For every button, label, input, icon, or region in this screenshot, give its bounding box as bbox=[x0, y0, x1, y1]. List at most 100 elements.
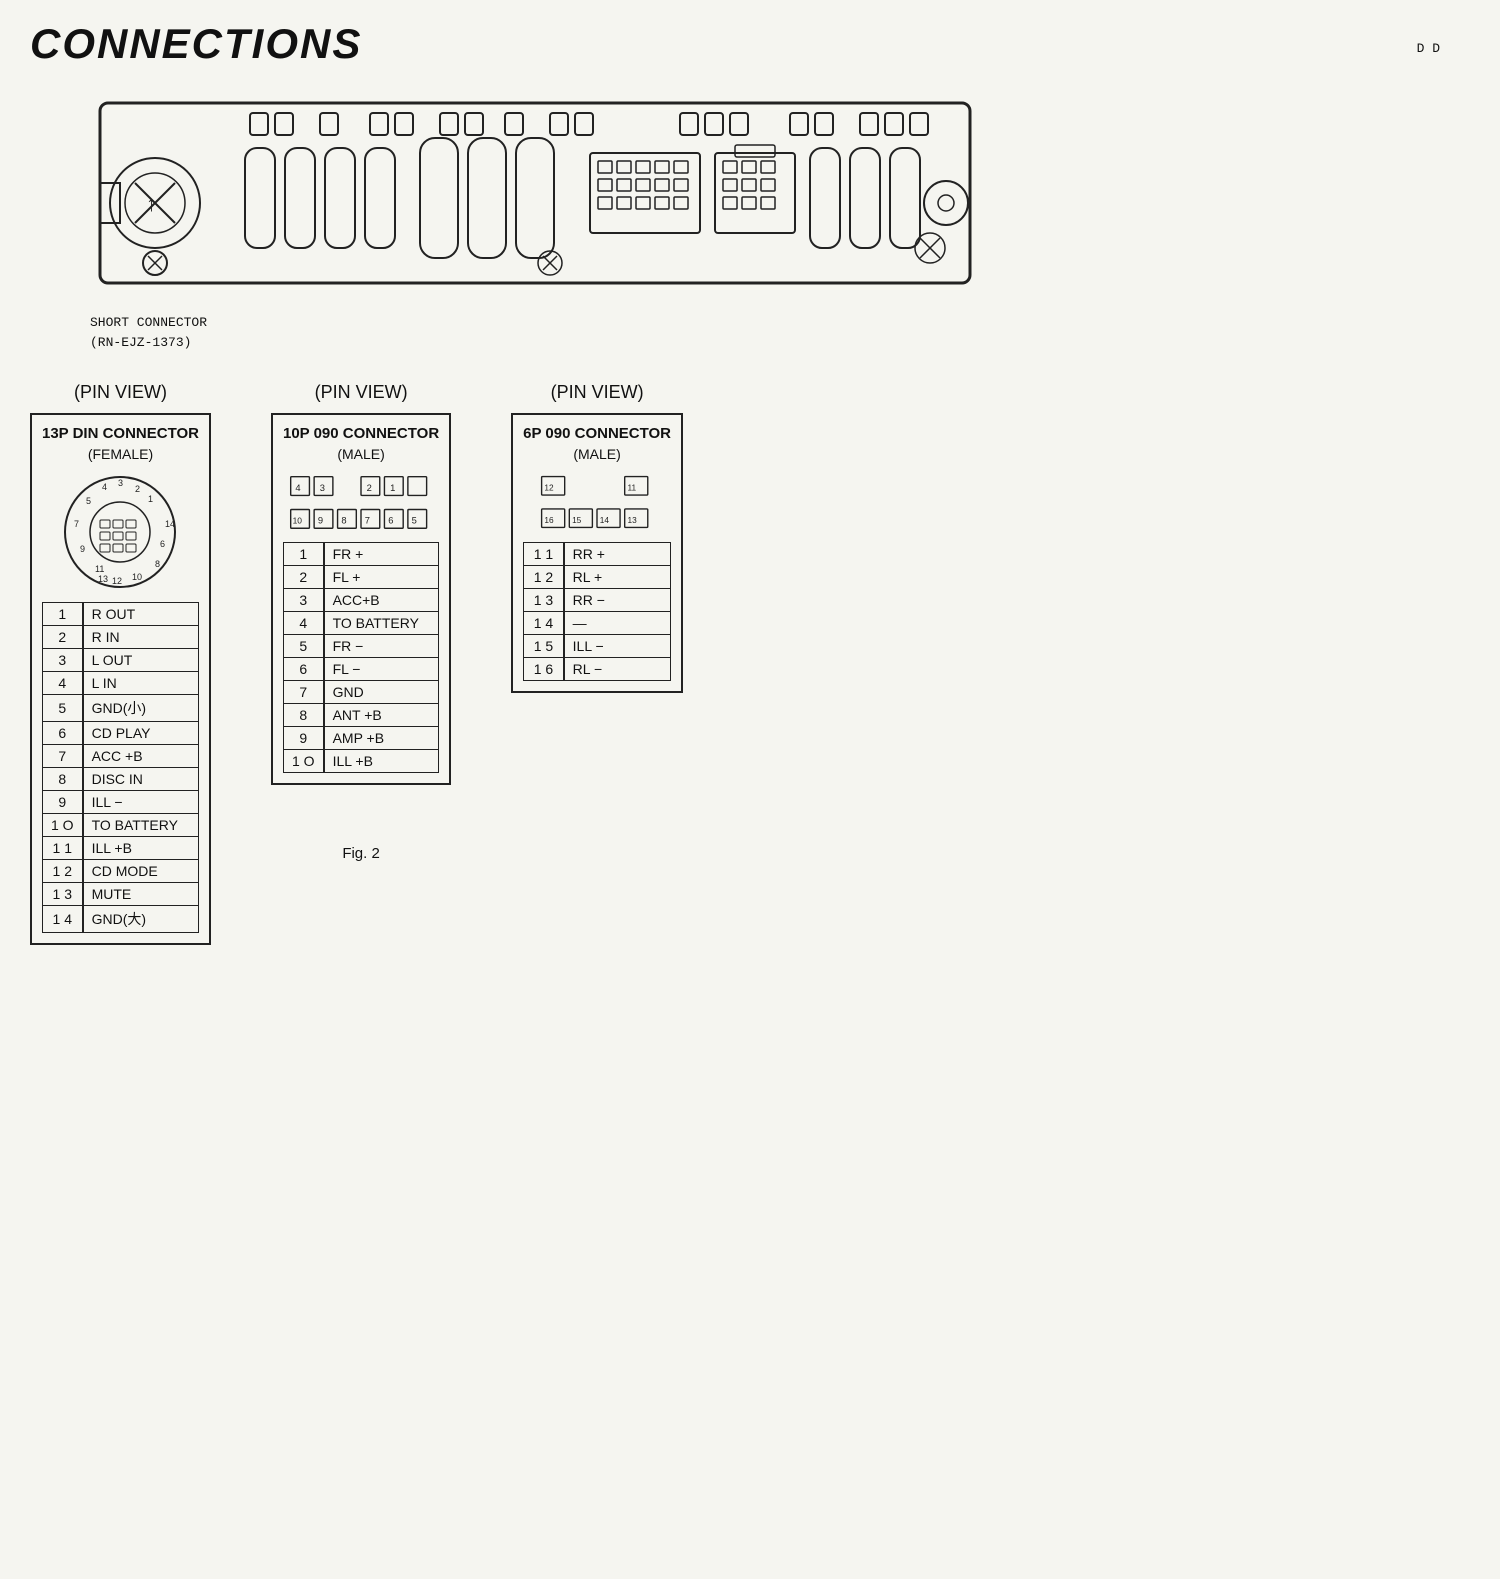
table-row: 1 3MUTE bbox=[43, 883, 199, 906]
pin-number: 1 bbox=[43, 603, 83, 626]
pin-number: 1 1 bbox=[524, 543, 564, 566]
svg-text:7: 7 bbox=[365, 516, 370, 526]
svg-text:14: 14 bbox=[165, 519, 175, 529]
svg-text:7: 7 bbox=[74, 519, 79, 529]
svg-text:12: 12 bbox=[544, 482, 554, 492]
table-row: 2R IN bbox=[43, 626, 199, 649]
pin-number: 4 bbox=[283, 612, 323, 635]
pin-label: CD MODE bbox=[83, 860, 199, 883]
svg-text:3: 3 bbox=[118, 478, 123, 488]
table-row: 7GND bbox=[283, 681, 438, 704]
connector-group-13p: (PIN VIEW) 13P DIN CONNECTOR (FEMALE) bbox=[30, 382, 211, 945]
pin-number: 8 bbox=[283, 704, 323, 727]
table-row: 1 1ILL +B bbox=[43, 837, 199, 860]
top-right-note: D D bbox=[1417, 40, 1440, 58]
pin-number: 4 bbox=[43, 672, 83, 695]
pin-number: 1 4 bbox=[43, 906, 83, 933]
svg-text:8: 8 bbox=[341, 516, 346, 526]
pin-number: 5 bbox=[283, 635, 323, 658]
pin-number: 1 4 bbox=[524, 612, 564, 635]
svg-text:15: 15 bbox=[572, 515, 582, 525]
table-row: 3ACC+B bbox=[283, 589, 438, 612]
pin-label: L IN bbox=[83, 672, 199, 695]
table-row: 6FL − bbox=[283, 658, 438, 681]
svg-text:11: 11 bbox=[628, 482, 637, 492]
pin-number: 9 bbox=[283, 727, 323, 750]
svg-text:2: 2 bbox=[135, 484, 140, 494]
pin-label: AMP +B bbox=[324, 727, 439, 750]
table-row: 5GND(小) bbox=[43, 695, 199, 722]
table-row: 1R OUT bbox=[43, 603, 199, 626]
pin-table-10p: 1FR +2FL +3ACC+B4TO BATTERY5FR −6FL −7GN… bbox=[283, 542, 439, 773]
table-row: 6CD PLAY bbox=[43, 722, 199, 745]
pin-label: FR − bbox=[324, 635, 439, 658]
short-connector-label: SHORT CONNECTOR (RN-EJZ-1373) bbox=[90, 313, 1470, 352]
pin-label: RL − bbox=[564, 658, 671, 681]
pin-label: L OUT bbox=[83, 649, 199, 672]
table-row: 4TO BATTERY bbox=[283, 612, 438, 635]
svg-text:3: 3 bbox=[320, 483, 325, 493]
connectors-section: (PIN VIEW) 13P DIN CONNECTOR (FEMALE) bbox=[30, 382, 1470, 945]
pin-number: 1 O bbox=[283, 750, 323, 773]
pin-number: 3 bbox=[283, 589, 323, 612]
table-row: 1 2RL + bbox=[524, 566, 671, 589]
table-row: 1 4GND(大) bbox=[43, 906, 199, 933]
svg-text:↑: ↑ bbox=[146, 191, 157, 216]
pin-label: ILL − bbox=[83, 791, 199, 814]
pin-label: GND(大) bbox=[83, 906, 199, 933]
svg-text:10: 10 bbox=[132, 572, 142, 582]
pin-table-13p: 1R OUT2R IN3L OUT4L IN5GND(小)6CD PLAY7AC… bbox=[42, 602, 199, 933]
pin-label: RL + bbox=[564, 566, 671, 589]
svg-text:10: 10 bbox=[293, 516, 303, 526]
svg-text:11: 11 bbox=[95, 564, 104, 574]
connector-subtitle-6p: (MALE) bbox=[523, 446, 671, 462]
pin-label: CD PLAY bbox=[83, 722, 199, 745]
pin-number: 1 2 bbox=[524, 566, 564, 589]
connector-group-10p: (PIN VIEW) 10P 090 CONNECTOR (MALE) bbox=[271, 382, 451, 862]
svg-text:4: 4 bbox=[295, 483, 300, 493]
pin-number: 9 bbox=[43, 791, 83, 814]
svg-text:8: 8 bbox=[155, 559, 160, 569]
pin-number: 7 bbox=[43, 745, 83, 768]
pin-view-label-6p: (PIN VIEW) bbox=[551, 382, 644, 403]
pin-number: 1 bbox=[283, 543, 323, 566]
pin-label: ILL +B bbox=[83, 837, 199, 860]
connector-subtitle-10p: (MALE) bbox=[283, 446, 439, 462]
pin-number: 1 O bbox=[43, 814, 83, 837]
table-row: 1FR + bbox=[283, 543, 438, 566]
pin-number: 1 3 bbox=[524, 589, 564, 612]
pin-label: ILL − bbox=[564, 635, 671, 658]
pin-number: 1 3 bbox=[43, 883, 83, 906]
connector-title-6p: 6P 090 CONNECTOR bbox=[523, 425, 671, 442]
svg-text:13: 13 bbox=[628, 515, 638, 525]
connector-table-13p: 13P DIN CONNECTOR (FEMALE) bbox=[30, 413, 211, 945]
pin-label: R IN bbox=[83, 626, 199, 649]
pin-table-6p: 1 1RR +1 2RL +1 3RR −1 4—1 5ILL −1 6RL − bbox=[523, 542, 671, 681]
pin-number: 6 bbox=[283, 658, 323, 681]
circular-connector-diagram: 1 2 3 4 14 5 6 7 8 9 10 11 12 13 bbox=[60, 472, 180, 592]
fig-label: Fig. 2 bbox=[342, 845, 380, 862]
pin-number: 2 bbox=[283, 566, 323, 589]
pin-number: 1 1 bbox=[43, 837, 83, 860]
connector-table-10p: 10P 090 CONNECTOR (MALE) bbox=[271, 413, 451, 785]
pin-label: DISC IN bbox=[83, 768, 199, 791]
svg-text:9: 9 bbox=[318, 516, 323, 526]
pin-label: ANT +B bbox=[324, 704, 439, 727]
pin-label: — bbox=[564, 612, 671, 635]
pin-label: R OUT bbox=[83, 603, 199, 626]
svg-text:13: 13 bbox=[98, 574, 108, 584]
svg-text:12: 12 bbox=[112, 576, 122, 586]
table-row: 1 3RR − bbox=[524, 589, 671, 612]
page-title: CONNECTIONS bbox=[30, 20, 1470, 68]
table-row: 1 5ILL − bbox=[524, 635, 671, 658]
pin-label: MUTE bbox=[83, 883, 199, 906]
table-row: 1 OTO BATTERY bbox=[43, 814, 199, 837]
pin-number: 8 bbox=[43, 768, 83, 791]
rect-connector-10p-diagram: 4 3 2 1 10 9 8 7 6 5 bbox=[286, 472, 436, 532]
table-row: 1 2CD MODE bbox=[43, 860, 199, 883]
table-row: 8DISC IN bbox=[43, 768, 199, 791]
pin-number: 1 6 bbox=[524, 658, 564, 681]
rect-connector-6p-diagram: 12 11 16 15 14 13 bbox=[537, 472, 657, 532]
svg-text:1: 1 bbox=[390, 483, 395, 493]
pin-label: GND(小) bbox=[83, 695, 199, 722]
